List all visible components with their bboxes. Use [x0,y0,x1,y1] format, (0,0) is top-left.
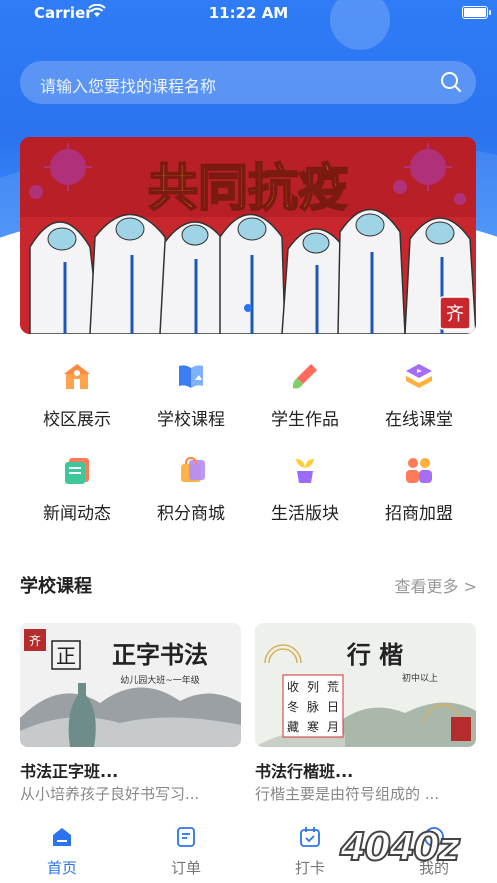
search-icon[interactable] [440,71,462,93]
menu-item-label: 积分商城 [157,504,225,524]
watermark-logo: 4040z [339,824,461,870]
checkin-icon [300,827,320,847]
search-bar[interactable]: 请输入您要找的课程名称 [20,61,476,104]
battery-icon [462,6,488,19]
status-bar: Carrier 11:22 AM [0,0,497,26]
artwork-char: 收 [287,680,299,694]
menu-item-label: 学生作品 [271,410,339,430]
menu-item-label: 学校课程 [157,410,225,430]
menu-item-student-works[interactable]: 学生作品 [248,360,362,444]
clock: 11:22 AM [208,4,289,22]
menu-item-label: 新闻动态 [43,504,111,524]
menu-item-label: 校区展示 [43,410,111,430]
artwork-char: 冬 [287,699,299,714]
shopping-bag-icon [181,456,205,482]
carousel-indicator[interactable] [20,297,476,316]
course-description: 从小培养孩子良好书写习... [20,785,200,803]
tab-label: 订单 [170,859,201,877]
course-thumbnail: 齐 正 正字书法 幼儿园大班~一年级 [20,623,241,747]
tab-label: 首页 [46,859,77,877]
section-title: 学校课程 [20,576,92,597]
menu-item-points-mall[interactable]: 积分商城 [134,454,248,538]
home-icon [53,828,71,846]
artwork-char: 寒 [307,719,319,734]
menu-item-label: 生活版块 [271,504,339,524]
svg-text:齐: 齐 [29,633,41,648]
course-thumbnail: 行 楷 初中以上 收 列 荒 冬 脉 日 藏 寒 月 [255,623,476,747]
artwork-char: 藏 [287,720,299,734]
battery-cap [489,10,491,15]
artwork-char: 正 [56,644,76,668]
order-icon [177,827,195,847]
view-more-link[interactable]: 查看更多 > [395,573,478,597]
brush-icon [292,364,317,389]
artwork-subtitle: 初中以上 [402,672,438,684]
campus-icon [64,364,90,389]
carousel-dot-active[interactable] [244,304,252,312]
tab-home[interactable]: 首页 [0,825,124,878]
artwork-char: 荒 [327,680,339,694]
menu-item-school-courses[interactable]: 学校课程 [134,360,248,444]
course-title: 书法正字班... [20,762,119,781]
artwork-title: 正字书法 [112,640,208,669]
artwork-title: 行 楷 [346,640,403,669]
menu-item-franchise[interactable]: 招商加盟 [362,454,476,538]
menu-item-life[interactable]: 生活版块 [248,454,362,538]
search-placeholder: 请输入您要找的课程名称 [40,77,217,96]
course-book-icon [179,365,203,388]
menu-item-label: 招商加盟 [385,504,453,524]
menu-item-online-class[interactable]: 在线课堂 [362,360,476,444]
banner-headline: 共同抗疫 [148,159,348,217]
plant-icon [296,459,314,483]
artwork-char: 脉 [307,699,319,714]
artwork-char: 列 [307,680,319,694]
promo-banner[interactable]: 共同抗疫 齐 [20,137,476,334]
menu-item-label: 在线课堂 [385,410,453,430]
menu-item-campus[interactable]: 校区展示 [20,360,134,444]
tab-orders[interactable]: 订单 [124,825,248,878]
menu-item-news[interactable]: 新闻动态 [20,454,134,538]
course-title: 书法行楷班... [255,762,354,781]
artwork-subtitle: 幼儿园大班~一年级 [120,674,200,686]
artwork-char: 月 [327,720,339,734]
news-icon [65,458,89,484]
course-description: 行楷主要是由符号组成的 ... [255,785,440,803]
artwork-char: 日 [327,700,339,714]
partners-icon [406,458,432,483]
online-class-icon [406,364,432,388]
